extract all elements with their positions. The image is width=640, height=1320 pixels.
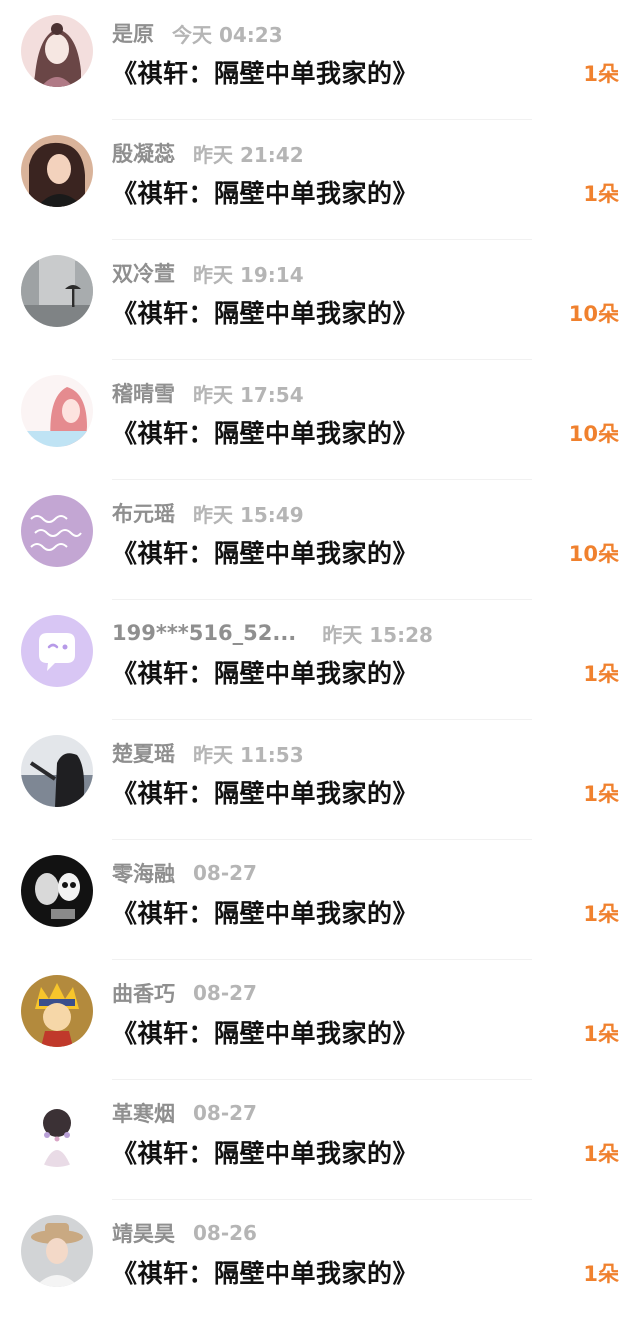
book-title[interactable]: 《祺轩：隔壁中单我家的》 bbox=[112, 654, 418, 690]
book-title[interactable]: 《祺轩：隔壁中单我家的》 bbox=[112, 174, 418, 210]
timestamp: 昨天 19:14 bbox=[193, 262, 304, 287]
dark-photo-avatar-image bbox=[21, 735, 93, 807]
hat-woman-avatar[interactable] bbox=[21, 1215, 93, 1287]
list-item[interactable]: 零海融 08-27 《祺轩：隔壁中单我家的》 1朵 bbox=[0, 840, 640, 960]
user-name[interactable]: 靖昊昊 bbox=[112, 1218, 175, 1248]
timestamp: 08-27 bbox=[193, 861, 257, 885]
handwriting-avatar[interactable] bbox=[21, 495, 93, 567]
timestamp: 昨天 21:42 bbox=[193, 142, 304, 167]
list-item[interactable]: 稽晴雪 昨天 17:54 《祺轩：隔壁中单我家的》 10朵 bbox=[0, 360, 640, 480]
anime-girl-avatar-image bbox=[21, 375, 93, 447]
list-item[interactable]: 楚夏瑶 昨天 11:53 《祺轩：隔壁中单我家的》 1朵 bbox=[0, 720, 640, 840]
book-title[interactable]: 《祺轩：隔壁中单我家的》 bbox=[112, 1134, 418, 1170]
book-title[interactable]: 《祺轩：隔壁中单我家的》 bbox=[112, 894, 418, 930]
user-name[interactable]: 是原 bbox=[112, 18, 154, 48]
book-title[interactable]: 《祺轩：隔壁中单我家的》 bbox=[112, 1254, 418, 1290]
skull-art-avatar[interactable] bbox=[21, 855, 93, 927]
hat-woman-avatar-image bbox=[21, 1215, 93, 1287]
book-title[interactable]: 《祺轩：隔壁中单我家的》 bbox=[112, 54, 418, 90]
timestamp: 08-27 bbox=[193, 981, 257, 1005]
default-chat-avatar[interactable] bbox=[21, 615, 93, 687]
list-item[interactable]: 殷凝蕊 昨天 21:42 《祺轩：隔壁中单我家的》 1朵 bbox=[0, 120, 640, 240]
timestamp: 昨天 15:28 bbox=[322, 622, 433, 647]
flower-count: 10朵 bbox=[568, 302, 619, 326]
dark-photo-avatar[interactable] bbox=[21, 735, 93, 807]
flower-count: 1朵 bbox=[583, 782, 619, 806]
flower-count: 1朵 bbox=[583, 182, 619, 206]
book-title[interactable]: 《祺轩：隔壁中单我家的》 bbox=[112, 414, 418, 450]
timestamp: 08-27 bbox=[193, 1101, 257, 1125]
woman-photo-avatar[interactable] bbox=[21, 135, 93, 207]
user-name[interactable]: 曲香巧 bbox=[112, 978, 175, 1008]
skull-art-avatar-image bbox=[21, 855, 93, 927]
chat-bubble-icon bbox=[21, 615, 93, 687]
cartoon-ninja-avatar[interactable] bbox=[21, 975, 93, 1047]
user-name[interactable]: 殷凝蕊 bbox=[112, 138, 175, 168]
user-name[interactable]: 零海融 bbox=[112, 858, 175, 888]
user-name[interactable]: 稽晴雪 bbox=[112, 378, 175, 408]
timestamp: 08-26 bbox=[193, 1221, 257, 1245]
book-title[interactable]: 《祺轩：隔壁中单我家的》 bbox=[112, 534, 418, 570]
list-item[interactable]: 是原 今天 04:23 《祺轩：隔壁中单我家的》 1朵 bbox=[0, 0, 640, 120]
book-title[interactable]: 《祺轩：隔壁中单我家的》 bbox=[112, 1014, 418, 1050]
flower-hair-avatar[interactable] bbox=[21, 1095, 93, 1167]
list-item[interactable]: 双冷萱 昨天 19:14 《祺轩：隔壁中单我家的》 10朵 bbox=[0, 240, 640, 360]
book-title[interactable]: 《祺轩：隔壁中单我家的》 bbox=[112, 294, 418, 330]
cartoon-ninja-avatar-image bbox=[21, 975, 93, 1047]
user-name[interactable]: 楚夏瑶 bbox=[112, 738, 175, 768]
user-name[interactable]: 199***516_52... bbox=[112, 621, 296, 645]
flower-count: 1朵 bbox=[583, 1262, 619, 1286]
flower-count: 10朵 bbox=[568, 422, 619, 446]
rainy-street-avatar[interactable] bbox=[21, 255, 93, 327]
flower-hair-avatar-image bbox=[21, 1095, 93, 1167]
anime-girl-avatar[interactable] bbox=[21, 375, 93, 447]
list-item[interactable]: 布元瑶 昨天 15:49 《祺轩：隔壁中单我家的》 10朵 bbox=[0, 480, 640, 600]
handwriting-avatar-image bbox=[21, 495, 93, 567]
list-item[interactable]: 曲香巧 08-27 《祺轩：隔壁中单我家的》 1朵 bbox=[0, 960, 640, 1080]
rainy-street-avatar-image bbox=[21, 255, 93, 327]
list-item[interactable]: 199***516_52... 昨天 15:28 《祺轩：隔壁中单我家的》 1朵 bbox=[0, 600, 640, 720]
user-name[interactable]: 布元瑶 bbox=[112, 498, 175, 528]
woman-photo-avatar-image bbox=[21, 135, 93, 207]
book-title[interactable]: 《祺轩：隔壁中单我家的》 bbox=[112, 774, 418, 810]
user-name[interactable]: 双冷萱 bbox=[112, 258, 175, 288]
list-item[interactable]: 革寒烟 08-27 《祺轩：隔壁中单我家的》 1朵 bbox=[0, 1080, 640, 1200]
timestamp: 昨天 17:54 bbox=[193, 382, 304, 407]
flower-count: 1朵 bbox=[583, 902, 619, 926]
girl-portrait-avatar[interactable] bbox=[21, 15, 93, 87]
timestamp: 昨天 15:49 bbox=[193, 502, 304, 527]
flower-count: 1朵 bbox=[583, 62, 619, 86]
timestamp: 今天 04:23 bbox=[172, 22, 283, 47]
flower-count: 10朵 bbox=[568, 542, 619, 566]
flower-count: 1朵 bbox=[583, 1022, 619, 1046]
flower-count: 1朵 bbox=[583, 662, 619, 686]
gift-record-list: 是原 今天 04:23 《祺轩：隔壁中单我家的》 1朵 殷凝蕊 昨天 21:42… bbox=[0, 0, 640, 1320]
girl-portrait-avatar-image bbox=[21, 15, 93, 87]
list-item[interactable]: 靖昊昊 08-26 《祺轩：隔壁中单我家的》 1朵 bbox=[0, 1200, 640, 1320]
flower-count: 1朵 bbox=[583, 1142, 619, 1166]
user-name[interactable]: 革寒烟 bbox=[112, 1098, 175, 1128]
timestamp: 昨天 11:53 bbox=[193, 742, 304, 767]
